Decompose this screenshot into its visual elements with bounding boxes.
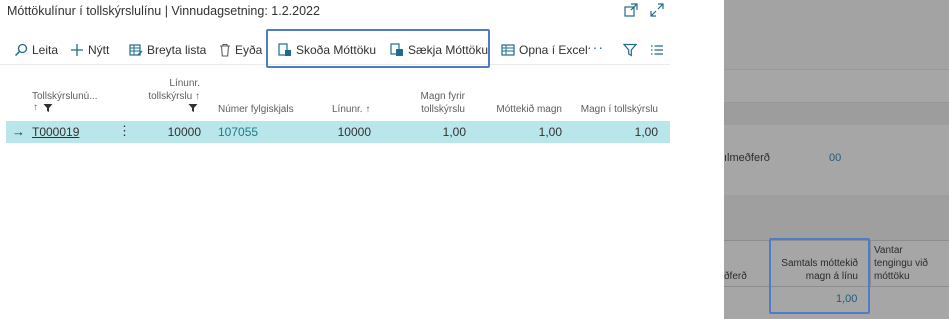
receipt-lines-dialog: Móttökulínur í tollskýrslulínu | Vinnuda… <box>0 0 724 319</box>
edit-list-button[interactable]: Breyta lista <box>129 43 206 57</box>
sort-asc-icon: ↑ <box>195 91 200 102</box>
sort-asc-icon: ↑ <box>33 102 38 113</box>
background-field-value[interactable]: 00 <box>829 152 841 164</box>
new-button[interactable]: Nýtt <box>70 43 109 57</box>
sort-asc-icon: ↑ <box>365 104 371 115</box>
col-header-received-qty[interactable]: Móttekið magn <box>488 103 562 116</box>
cell-declaration-no[interactable]: T000019 <box>32 125 79 139</box>
dialog-title: Móttökulínur í tollskýrslulínu | Vinnuda… <box>7 4 320 18</box>
list-view-icon[interactable] <box>650 43 664 60</box>
background-page: ılmeðferð 00 ðferð Samtals móttekið magn… <box>724 0 949 319</box>
excel-icon <box>501 43 515 57</box>
col-header-waybill-no[interactable]: Númer fylgiskjals <box>218 103 294 116</box>
plus-icon <box>70 43 84 57</box>
open-in-new-window-icon[interactable] <box>624 3 638 17</box>
col-header-line-no-declaration[interactable]: Línunr. tollskýrslu ↑ <box>128 77 200 103</box>
delete-label: Eyða <box>235 43 263 57</box>
new-label: Nýtt <box>88 43 110 57</box>
background-header-band <box>724 0 949 70</box>
filter-small-icon <box>43 102 53 116</box>
col-header-qty-for-declaration[interactable]: Magn fyrir tollskýrslu <box>395 90 465 116</box>
more-actions-button[interactable]: ··· <box>587 39 604 55</box>
search-icon <box>14 43 28 57</box>
col-header-line-no[interactable]: Línunr. ↑ <box>332 103 370 116</box>
cell-line-no: 10000 <box>337 125 371 139</box>
cell-qty-in-declaration: 1,00 <box>634 125 658 139</box>
open-in-excel-button[interactable]: Opna í Excel <box>501 43 588 57</box>
background-col-header-missing: Vantar tengingu við móttöku <box>874 245 928 282</box>
cell-waybill-no[interactable]: 107055 <box>218 125 258 139</box>
search-label: Leita <box>32 43 59 57</box>
search-button[interactable]: Leita <box>14 43 58 57</box>
trash-icon <box>219 43 231 57</box>
col-header-declaration-no[interactable]: Tollskýrslunú... <box>32 90 98 103</box>
expand-icon[interactable] <box>650 3 664 17</box>
filter-icon[interactable] <box>622 43 638 60</box>
open-in-excel-label: Opna í Excel <box>519 43 588 57</box>
cell-qty-for-declaration: 1,00 <box>442 125 466 139</box>
delete-button[interactable]: Eyða <box>219 43 262 57</box>
table-row[interactable]: → T000019 ⋮ 10000 107055 10000 1,00 1,00… <box>6 121 670 143</box>
annotation-highlight-buttons <box>266 29 490 68</box>
annotation-highlight-total <box>769 238 870 314</box>
background-col-header-partial: ðferð <box>724 271 747 282</box>
filter-small-icon <box>188 102 198 116</box>
background-section-band <box>724 103 949 125</box>
edit-list-icon <box>129 43 143 57</box>
background-field-label: ılmeðferð <box>724 152 770 164</box>
cell-received-qty: 1,00 <box>538 125 562 139</box>
col-header-qty-in-declaration[interactable]: Magn í tollskýrslu <box>574 103 658 116</box>
row-menu-icon[interactable]: ⋮ <box>118 123 131 139</box>
background-col-divider <box>870 240 871 286</box>
title-actions <box>624 3 664 17</box>
background-section-band-2 <box>724 195 949 240</box>
row-selected-arrow-icon: → <box>12 124 25 139</box>
cell-line-no-declaration: 10000 <box>167 125 201 139</box>
edit-list-label: Breyta lista <box>147 43 207 57</box>
